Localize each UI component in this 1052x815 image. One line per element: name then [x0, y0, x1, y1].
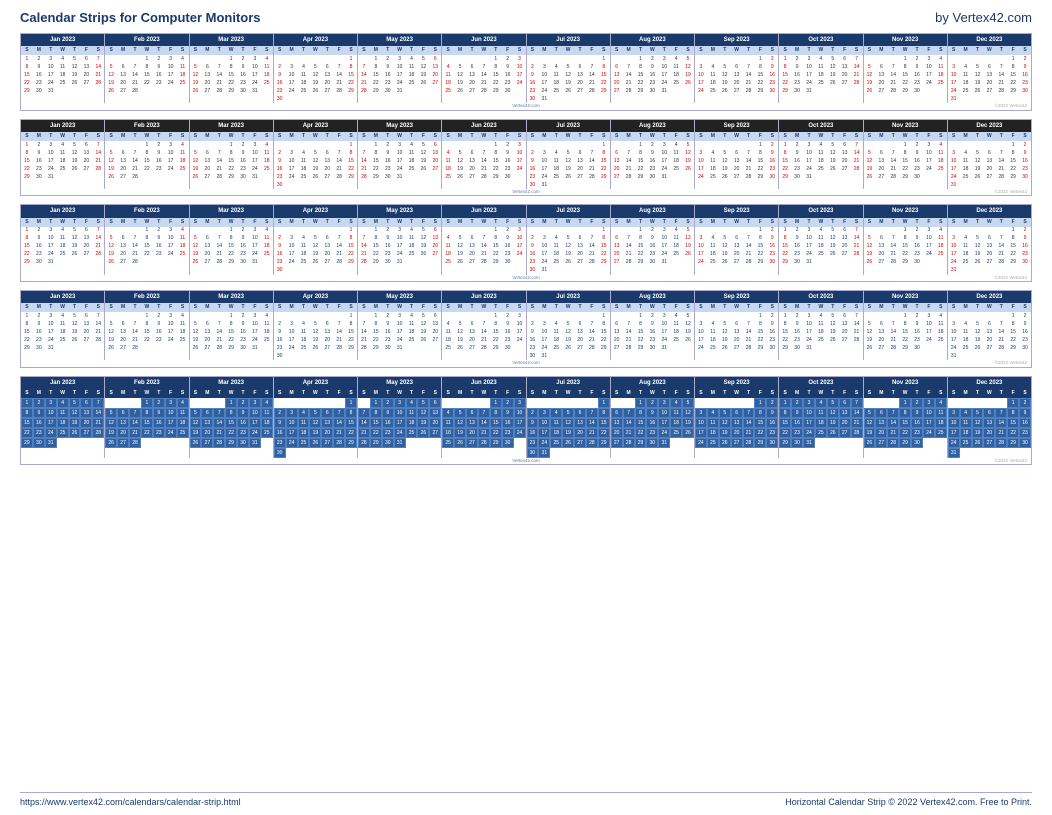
footer-url[interactable]: https://www.vertex42.com/calendars/calen…	[20, 797, 241, 807]
strip-wrapper-4: Jan 2023SMTWTFS1234567891011121314151617…	[20, 290, 1032, 368]
page-brand: by Vertex42.com	[935, 10, 1032, 25]
calendar-strip-3: Jan 2023SMTWTFS1234567891011121314151617…	[20, 204, 1032, 282]
calendar-strip-4: Jan 2023SMTWTFS1234567891011121314151617…	[20, 290, 1032, 368]
calendar-strip-5: Jan 2023SMTWTFS1234567891011121314151617…	[20, 376, 1032, 466]
strip-wrapper-5: Jan 2023SMTWTFS1234567891011121314151617…	[20, 376, 1032, 466]
calendar-strip-1: Jan 2023SMTWTFS1234567891011121314151617…	[20, 33, 1032, 111]
calendar-strip-2: Jan 2023SMTWTFS1234567891011121314151617…	[20, 119, 1032, 197]
footer-copyright: Horizontal Calendar Strip © 2022 Vertex4…	[785, 797, 1032, 807]
strip-wrapper-1: Jan 2023SMTWTFS1234567891011121314151617…	[20, 33, 1032, 111]
page-title: Calendar Strips for Computer Monitors	[20, 10, 261, 25]
strip-wrapper-2: Jan 2023SMTWTFS1234567891011121314151617…	[20, 119, 1032, 197]
strip-wrapper-3: Jan 2023SMTWTFS1234567891011121314151617…	[20, 204, 1032, 282]
